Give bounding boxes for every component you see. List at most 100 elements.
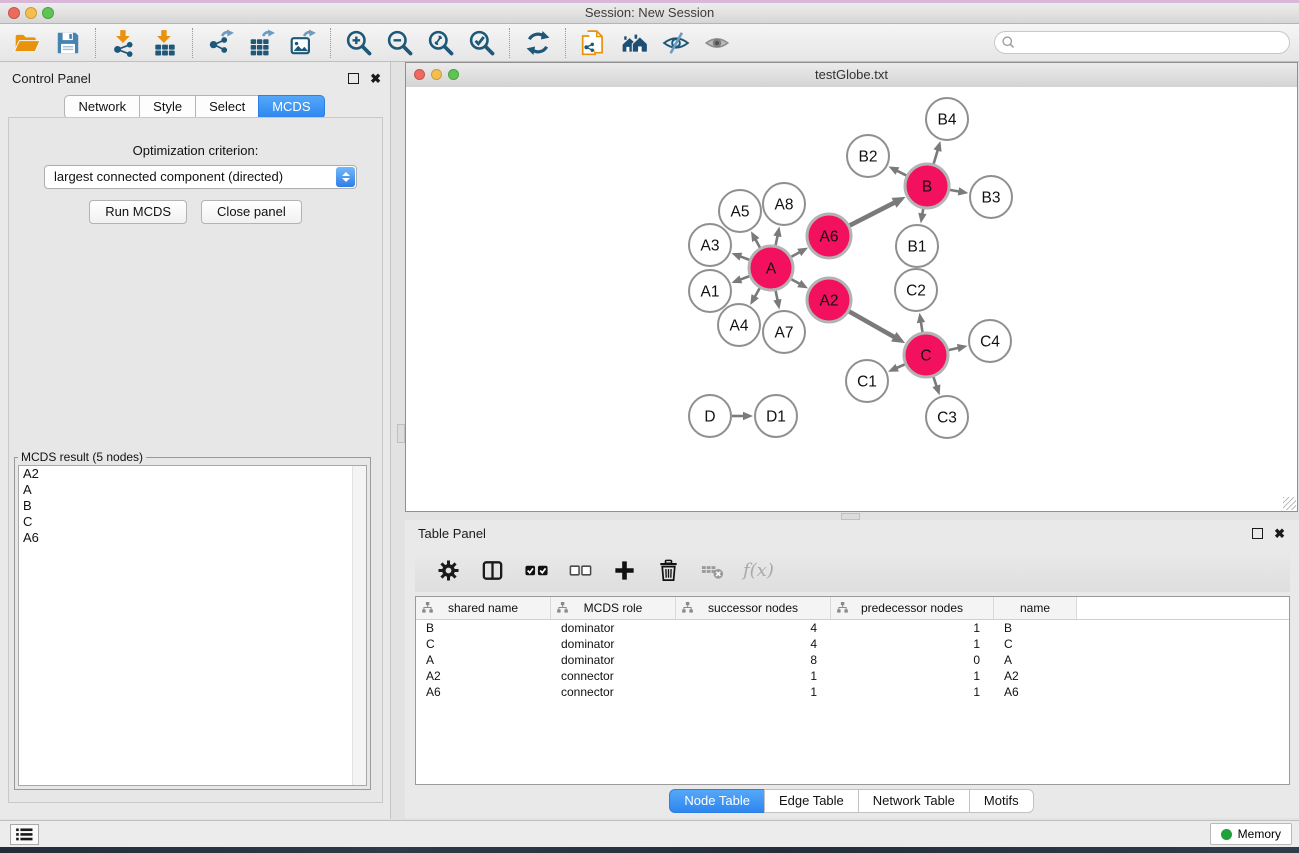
table-cell[interactable]: 1 <box>831 685 994 699</box>
tab-edge-table[interactable]: Edge Table <box>764 789 859 813</box>
export-image-button[interactable] <box>282 26 323 60</box>
zoom-window-button[interactable] <box>42 7 54 19</box>
graph-node-B[interactable]: B <box>905 164 949 208</box>
splitter-handle-vertical[interactable] <box>397 424 405 443</box>
table-cell[interactable]: 1 <box>831 637 994 651</box>
table-cell[interactable]: 1 <box>831 621 994 635</box>
table-cell[interactable]: connector <box>551 669 676 683</box>
table-float-panel-icon[interactable] <box>1252 528 1263 539</box>
import-network-button[interactable] <box>103 26 144 60</box>
table-cell[interactable]: dominator <box>551 653 676 667</box>
result-item[interactable]: B <box>19 498 366 514</box>
column-visibility-button[interactable] <box>475 553 509 587</box>
table-row[interactable]: Bdominator41B <box>416 620 1289 636</box>
graph-node-A5[interactable]: A5 <box>719 190 761 232</box>
export-network-button[interactable] <box>200 26 241 60</box>
network-close-button[interactable] <box>414 69 425 80</box>
zoom-selected-button[interactable] <box>461 26 502 60</box>
graph-node-B3[interactable]: B3 <box>970 176 1012 218</box>
graph-node-A8[interactable]: A8 <box>763 183 805 225</box>
graph-node-D1[interactable]: D1 <box>755 395 797 437</box>
graph-node-A3[interactable]: A3 <box>689 224 731 266</box>
graph-node-C1[interactable]: C1 <box>846 360 888 402</box>
tab-network[interactable]: Network <box>64 95 140 119</box>
table-cell[interactable]: A <box>416 653 551 667</box>
home-button[interactable] <box>614 26 655 60</box>
tab-motifs[interactable]: Motifs <box>969 789 1034 813</box>
table-cell[interactable]: A2 <box>416 669 551 683</box>
table-cell[interactable]: C <box>416 637 551 651</box>
deselect-all-button[interactable] <box>563 553 597 587</box>
graph-edge-A2-C[interactable] <box>849 311 896 337</box>
close-window-button[interactable] <box>8 7 20 19</box>
zoom-out-button[interactable] <box>379 26 420 60</box>
task-history-button[interactable] <box>10 824 39 845</box>
zoom-fit-button[interactable] <box>420 26 461 60</box>
table-row[interactable]: A6connector11A6 <box>416 684 1289 700</box>
graph-node-A2[interactable]: A2 <box>807 278 851 322</box>
search-input[interactable] <box>994 31 1290 54</box>
open-file-button[interactable] <box>6 26 47 60</box>
network-zoom-button[interactable] <box>448 69 459 80</box>
new-network-button[interactable] <box>573 26 614 60</box>
tab-mcds[interactable]: MCDS <box>258 95 324 119</box>
graph-node-B2[interactable]: B2 <box>847 135 889 177</box>
table-cell[interactable]: 1 <box>676 685 831 699</box>
graph-node-A[interactable]: A <box>749 246 793 290</box>
table-row[interactable]: Adominator80A <box>416 652 1289 668</box>
column-header-shared-name[interactable]: shared name <box>416 597 551 619</box>
zoom-in-button[interactable] <box>338 26 379 60</box>
criterion-dropdown[interactable]: largest connected component (directed) <box>44 165 357 189</box>
graph-edge-A6-B[interactable] <box>849 202 895 226</box>
table-cell[interactable]: 1 <box>831 669 994 683</box>
graph-node-D[interactable]: D <box>689 395 731 437</box>
memory-button[interactable]: Memory <box>1210 823 1292 845</box>
graph-node-B4[interactable]: B4 <box>926 98 968 140</box>
tab-network-table[interactable]: Network Table <box>858 789 970 813</box>
table-cell[interactable]: dominator <box>551 621 676 635</box>
result-item[interactable]: A2 <box>19 466 366 482</box>
close-panel-icon[interactable]: ✖ <box>370 74 381 84</box>
table-cell[interactable]: 4 <box>676 621 831 635</box>
graph-node-C3[interactable]: C3 <box>926 396 968 438</box>
close-panel-button[interactable]: Close panel <box>201 200 302 224</box>
select-all-button[interactable] <box>519 553 553 587</box>
graph-node-A6[interactable]: A6 <box>807 214 851 258</box>
graph-node-A1[interactable]: A1 <box>689 270 731 312</box>
graph-node-A4[interactable]: A4 <box>718 304 760 346</box>
column-header-name[interactable]: name <box>994 597 1077 619</box>
table-cell[interactable]: A <box>994 653 1077 667</box>
table-cell[interactable]: A6 <box>416 685 551 699</box>
graph-node-A7[interactable]: A7 <box>763 311 805 353</box>
column-header-successor-nodes[interactable]: successor nodes <box>676 597 831 619</box>
table-cell[interactable]: B <box>994 621 1077 635</box>
export-table-button[interactable] <box>241 26 282 60</box>
import-table-button[interactable] <box>144 26 185 60</box>
graph-edge-B-B4[interactable] <box>934 149 939 164</box>
float-panel-icon[interactable] <box>348 73 359 84</box>
graph-node-C2[interactable]: C2 <box>895 269 937 311</box>
column-header-mcds-role[interactable]: MCDS role <box>551 597 676 619</box>
splitter-handle-horizontal[interactable] <box>841 513 860 520</box>
tab-node-table[interactable]: Node Table <box>669 789 765 813</box>
column-header-predecessor-nodes[interactable]: predecessor nodes <box>831 597 994 619</box>
minimize-window-button[interactable] <box>25 7 37 19</box>
save-session-button[interactable] <box>47 26 88 60</box>
table-cell[interactable]: 8 <box>676 653 831 667</box>
table-cell[interactable]: 4 <box>676 637 831 651</box>
delete-column-button[interactable] <box>651 553 685 587</box>
graph-node-C4[interactable]: C4 <box>969 320 1011 362</box>
tab-style[interactable]: Style <box>139 95 196 119</box>
result-scrollbar[interactable] <box>352 466 366 785</box>
table-cell[interactable]: A2 <box>994 669 1077 683</box>
table-cell[interactable]: dominator <box>551 637 676 651</box>
result-item[interactable]: A <box>19 482 366 498</box>
graph-node-C[interactable]: C <box>904 333 948 377</box>
result-item[interactable]: A6 <box>19 530 366 546</box>
graph-node-B1[interactable]: B1 <box>896 225 938 267</box>
tab-select[interactable]: Select <box>195 95 259 119</box>
result-item[interactable]: C <box>19 514 366 530</box>
table-cell[interactable]: C <box>994 637 1077 651</box>
add-column-button[interactable] <box>607 553 641 587</box>
network-canvas[interactable]: B4 B2 B B3 A8A5 A6 A3 B1 A A1 C2 A2 A4A7 C4 C C1 C3 D D1 <box>406 87 1297 511</box>
